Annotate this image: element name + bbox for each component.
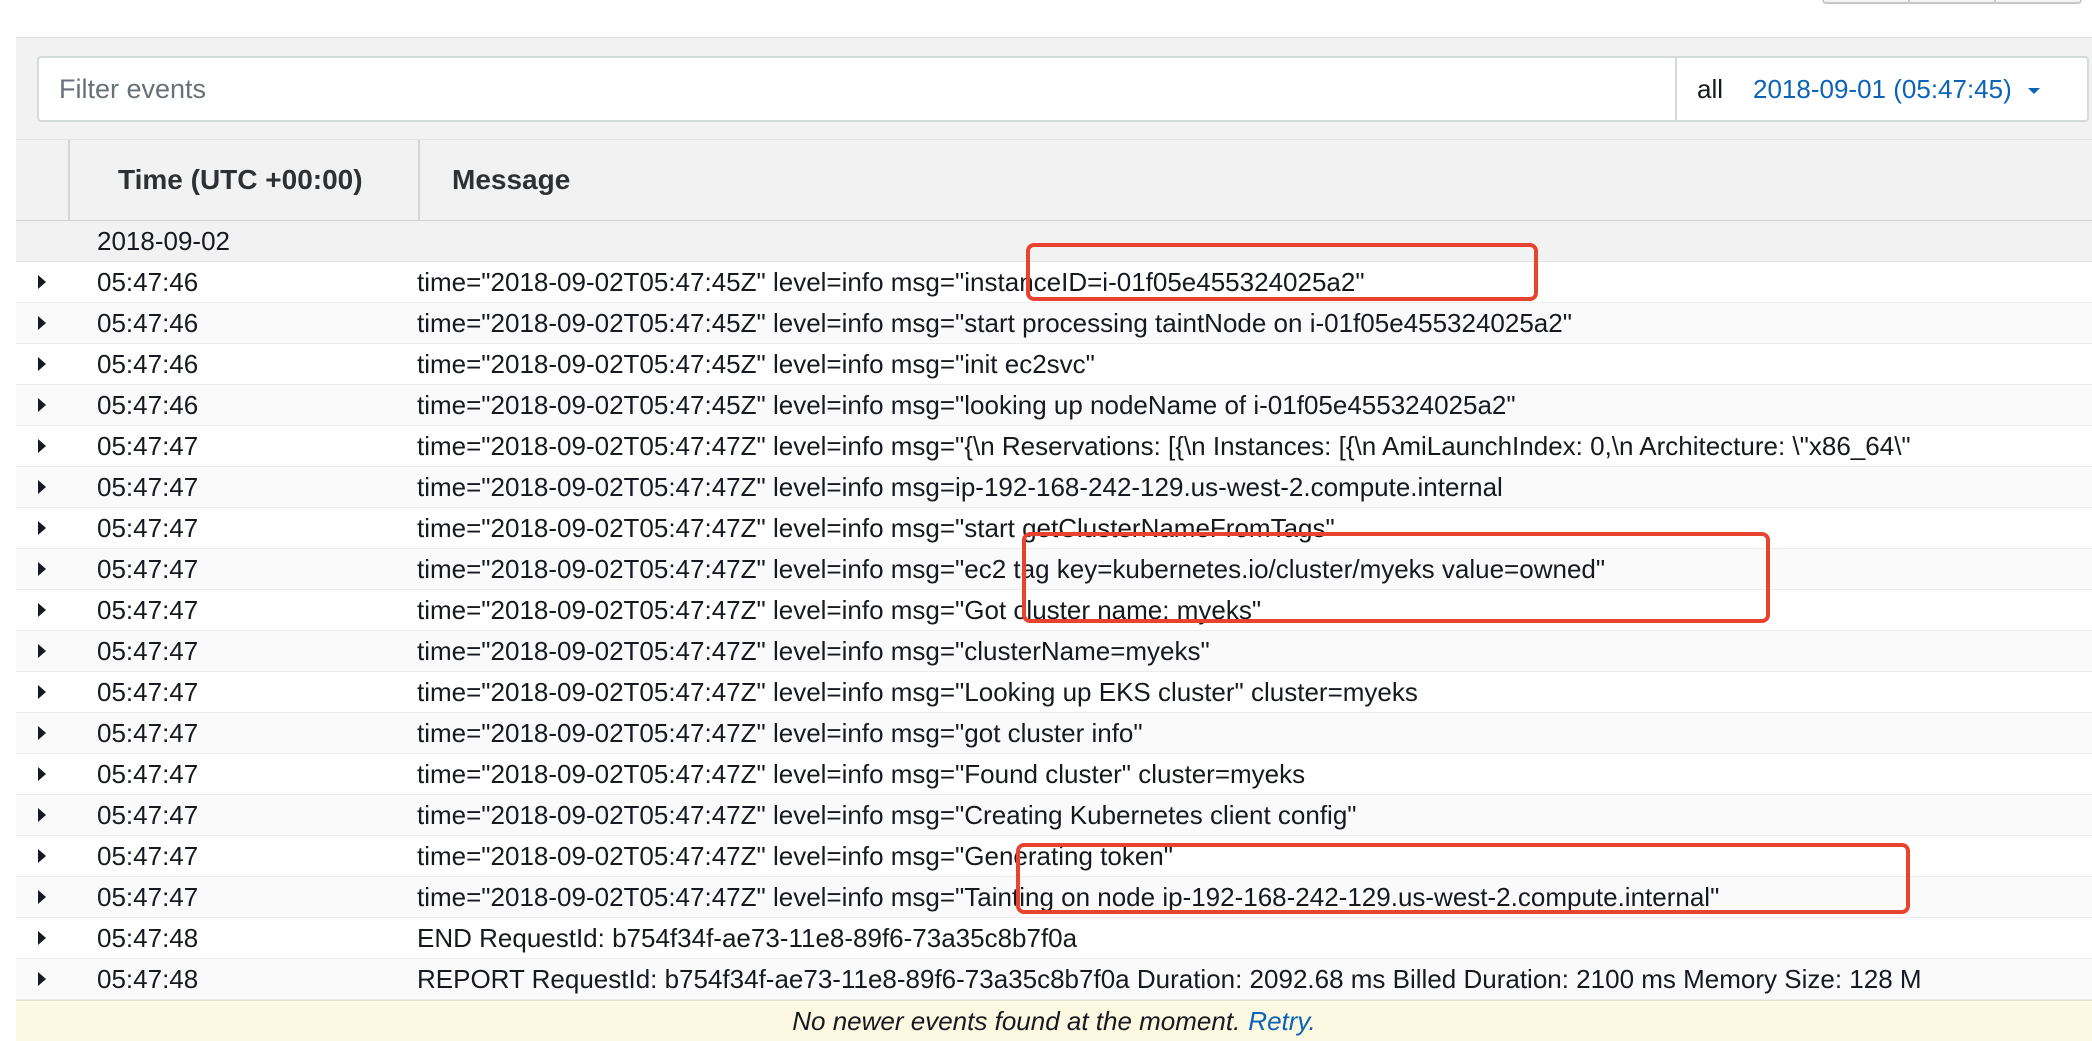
expand-triangle-icon[interactable] — [38, 316, 46, 330]
event-time: 05:47:46 — [97, 307, 199, 338]
event-message: time="2018-09-02T05:47:47Z" level=info m… — [417, 512, 1335, 543]
events-table: Time (UTC +00:00) Message 2018-09-02 05:… — [16, 139, 2092, 1041]
expand-triangle-icon[interactable] — [38, 603, 46, 617]
expand-triangle-icon[interactable] — [38, 849, 46, 863]
event-message: time="2018-09-02T05:47:47Z" level=info m… — [417, 635, 1210, 666]
event-message: time="2018-09-02T05:47:47Z" level=info m… — [417, 471, 1503, 502]
event-message: time="2018-09-02T05:47:45Z" level=info m… — [417, 348, 1095, 379]
event-message: REPORT RequestId: b754f34f-ae73-11e8-89f… — [417, 963, 1922, 994]
expand-triangle-icon[interactable] — [38, 275, 46, 289]
date-group-row: 2018-09-02 — [16, 221, 2092, 262]
retry-link[interactable]: Retry. — [1248, 1006, 1315, 1037]
event-time: 05:47:47 — [97, 676, 199, 707]
table-row[interactable]: 05:47:47 time="2018-09-02T05:47:47Z" leve… — [16, 795, 2092, 836]
chevron-down-icon — [2027, 87, 2040, 94]
event-time: 05:47:47 — [97, 840, 199, 871]
date-group-label: 2018-09-02 — [97, 225, 230, 256]
event-message: time="2018-09-02T05:47:45Z" level=info m… — [417, 266, 1365, 297]
table-row[interactable]: 05:47:47 time="2018-09-02T05:47:47Z" leve… — [16, 467, 2092, 508]
expand-triangle-icon[interactable] — [38, 644, 46, 658]
event-message: time="2018-09-02T05:47:45Z" level=info m… — [417, 389, 1516, 420]
expand-triangle-icon[interactable] — [38, 931, 46, 945]
event-time: 05:47:47 — [97, 881, 199, 912]
event-message: time="2018-09-02T05:47:45Z" level=info m… — [417, 307, 1572, 338]
table-row[interactable]: 05:47:47 time="2018-09-02T05:47:47Z" leve… — [16, 508, 2092, 549]
no-newer-events-text: No newer events found at the moment. — [792, 1005, 1241, 1036]
pagination-buttons[interactable] — [1822, 0, 2082, 4]
event-message: time="2018-09-02T05:47:47Z" level=info m… — [417, 717, 1143, 748]
expand-triangle-icon[interactable] — [38, 726, 46, 740]
expand-triangle-icon[interactable] — [38, 398, 46, 412]
event-time: 05:47:47 — [97, 430, 199, 461]
expand-triangle-icon[interactable] — [38, 562, 46, 576]
event-time: 05:47:47 — [97, 512, 199, 543]
event-message: END RequestId: b754f34f-ae73-11e8-89f6-7… — [417, 922, 1078, 953]
event-message: time="2018-09-02T05:47:47Z" level=info m… — [417, 799, 1357, 830]
expand-triangle-icon[interactable] — [38, 972, 46, 986]
event-message: time="2018-09-02T05:47:47Z" level=info m… — [417, 758, 1306, 789]
event-message: time="2018-09-02T05:47:47Z" level=info m… — [417, 676, 1418, 707]
table-row[interactable]: 05:47:46 time="2018-09-02T05:47:45Z" leve… — [16, 385, 2092, 426]
table-row[interactable]: 05:47:47 time="2018-09-02T05:47:47Z" leve… — [16, 754, 2092, 795]
event-time: 05:47:47 — [97, 594, 199, 625]
expand-triangle-icon[interactable] — [38, 808, 46, 822]
expand-triangle-icon[interactable] — [38, 357, 46, 371]
event-message: time="2018-09-02T05:47:47Z" level=info m… — [417, 881, 1720, 912]
table-row[interactable]: 05:47:46 time="2018-09-02T05:47:45Z" leve… — [16, 344, 2092, 385]
expand-triangle-icon[interactable] — [38, 439, 46, 453]
event-time: 05:47:47 — [97, 799, 199, 830]
table-row[interactable]: 05:47:48 REPORT RequestId: b754f34f-ae73-… — [16, 959, 2092, 1000]
table-row[interactable]: 05:47:48 END RequestId: b754f34f-ae73-11e… — [16, 918, 2092, 959]
event-time: 05:47:48 — [97, 963, 199, 994]
time-column-header[interactable]: Time (UTC +00:00) — [70, 140, 420, 220]
expand-triangle-icon[interactable] — [38, 767, 46, 781]
event-time: 05:47:47 — [97, 635, 199, 666]
event-message: time="2018-09-02T05:47:47Z" level=info m… — [417, 553, 1606, 584]
event-message: time="2018-09-02T05:47:47Z" level=info m… — [417, 594, 1262, 625]
expand-triangle-icon[interactable] — [38, 890, 46, 904]
table-row[interactable]: 05:47:47 time="2018-09-02T05:47:47Z" leve… — [16, 672, 2092, 713]
table-row[interactable]: 05:47:47 time="2018-09-02T05:47:47Z" leve… — [16, 877, 2092, 918]
table-row[interactable]: 05:47:47 time="2018-09-02T05:47:47Z" leve… — [16, 713, 2092, 754]
table-row[interactable]: 05:47:47 time="2018-09-02T05:47:47Z" leve… — [16, 426, 2092, 467]
event-time: 05:47:46 — [97, 389, 199, 420]
expand-triangle-icon[interactable] — [38, 480, 46, 494]
event-time: 05:47:47 — [97, 553, 199, 584]
pagination-button[interactable] — [1994, 0, 2080, 2]
range-all-button[interactable]: all — [1677, 74, 1723, 105]
log-events-panel: all 2018-09-01 (05:47:45) Time (UTC +00:… — [16, 37, 2092, 1041]
event-message: time="2018-09-02T05:47:47Z" level=info m… — [417, 840, 1173, 871]
no-newer-events-banner: No newer events found at the moment. Retr… — [16, 1000, 2092, 1041]
filter-bar: all 2018-09-01 (05:47:45) — [37, 56, 2089, 122]
event-time: 05:47:47 — [97, 471, 199, 502]
message-column-header[interactable]: Message — [420, 140, 2092, 220]
event-time: 05:47:47 — [97, 717, 199, 748]
table-row[interactable]: 05:47:46 time="2018-09-02T05:47:45Z" leve… — [16, 303, 2092, 344]
expand-triangle-icon[interactable] — [38, 521, 46, 535]
event-time: 05:47:46 — [97, 266, 199, 297]
table-row[interactable]: 05:47:46 time="2018-09-02T05:47:45Z" leve… — [16, 262, 2092, 303]
event-rows: 05:47:46 time="2018-09-02T05:47:45Z" leve… — [16, 262, 2092, 1000]
pagination-button[interactable] — [1908, 0, 1994, 2]
event-time: 05:47:48 — [97, 922, 199, 953]
table-row[interactable]: 05:47:47 time="2018-09-02T05:47:47Z" leve… — [16, 590, 2092, 631]
range-date-label: 2018-09-01 (05:47:45) — [1753, 73, 2012, 104]
expand-column-header — [16, 140, 70, 220]
pagination-button[interactable] — [1824, 0, 1908, 2]
event-time: 05:47:46 — [97, 348, 199, 379]
table-row[interactable]: 05:47:47 time="2018-09-02T05:47:47Z" leve… — [16, 631, 2092, 672]
event-message: time="2018-09-02T05:47:47Z" level=info m… — [417, 430, 1911, 461]
table-header: Time (UTC +00:00) Message — [16, 139, 2092, 221]
range-date-dropdown[interactable]: 2018-09-01 (05:47:45) — [1753, 74, 2040, 105]
table-row[interactable]: 05:47:47 time="2018-09-02T05:47:47Z" leve… — [16, 549, 2092, 590]
filter-events-input[interactable] — [39, 58, 1675, 120]
expand-triangle-icon[interactable] — [38, 685, 46, 699]
time-range-selector: all 2018-09-01 (05:47:45) — [1675, 58, 2087, 120]
table-row[interactable]: 05:47:47 time="2018-09-02T05:47:47Z" leve… — [16, 836, 2092, 877]
event-time: 05:47:47 — [97, 758, 199, 789]
